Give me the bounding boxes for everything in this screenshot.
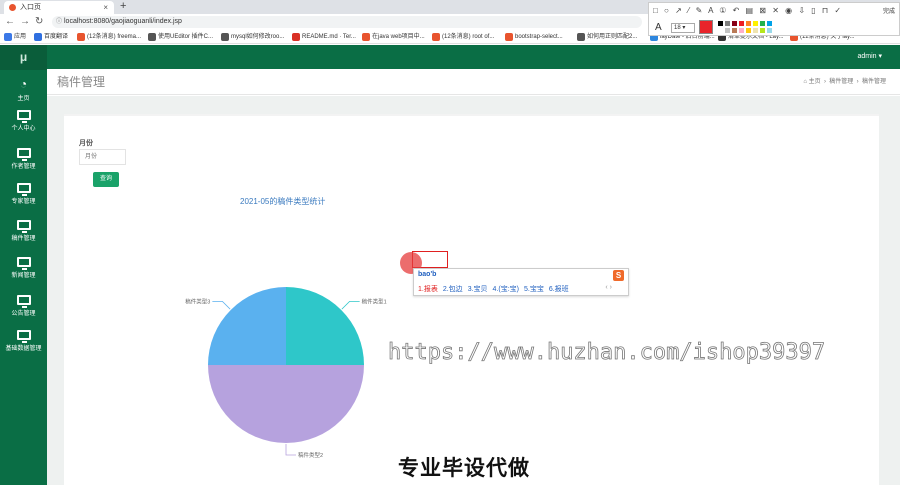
pie-label-line — [341, 300, 360, 310]
watermark: https://www.huzhan.com/ishop39397 — [388, 340, 826, 366]
pie-slice-label: 稿件类型1 — [362, 297, 387, 305]
ime-candidates: 1.报表 2.包边 3.宝贝 4.(宝:宝) 5.宝宝 6.报班 — [418, 284, 574, 294]
ime-candidate[interactable]: 4.(宝:宝) — [493, 286, 519, 293]
ime-candidate[interactable]: 5.宝宝 — [524, 286, 544, 293]
ime-candidate[interactable]: 1.报表 — [418, 286, 438, 293]
pie-label-line — [285, 444, 296, 456]
pie-slice-label: 稿件类型2 — [298, 451, 323, 459]
ime-candidate[interactable]: 2.包边 — [443, 286, 463, 293]
pie-chart: 稿件类型1 稿件类型2 稿件类型3 — [185, 287, 387, 459]
ime-logo-icon: S — [613, 270, 624, 281]
ime-candidate-popup: bao'b S 1.报表 2.包边 3.宝贝 4.(宝:宝) 5.宝宝 6.报班 ‹ › — [413, 268, 629, 296]
banner-caption: 专业毕设代做 — [398, 457, 530, 480]
ime-pinyin: bao'b — [418, 271, 437, 278]
ime-candidate[interactable]: 6.报班 — [549, 286, 569, 293]
ime-candidate[interactable]: 3.宝贝 — [468, 286, 488, 293]
ime-page-arrows[interactable]: ‹ › — [605, 284, 612, 291]
pie-slice[interactable] — [208, 365, 364, 443]
pie-slice-label: 稿件类型3 — [185, 297, 210, 305]
pie-slice[interactable] — [208, 287, 286, 365]
pie-label-line — [212, 300, 231, 310]
pie-slice[interactable] — [286, 287, 364, 365]
